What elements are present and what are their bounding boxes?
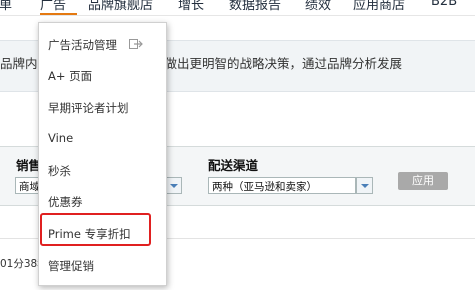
chevron-down-icon[interactable]	[356, 177, 373, 194]
nav-tab-b2b[interactable]: B2B	[431, 0, 457, 9]
nav-tab-growth[interactable]: 增长	[178, 0, 204, 12]
nav-divider	[0, 15, 475, 16]
nav-tab-app-store[interactable]: 应用商店	[353, 0, 405, 12]
delivery-channel-label: 配送渠道	[208, 158, 259, 173]
chevron-down-icon[interactable]	[165, 177, 182, 194]
apply-button[interactable]: 应用	[398, 172, 448, 190]
delivery-channel-select[interactable]: 两种（亚马逊和卖家）	[208, 177, 356, 194]
nav-tab-orders[interactable]: 订单	[0, 0, 12, 12]
nav-tab-performance[interactable]: 绩效	[305, 0, 331, 12]
menu-item-coupons[interactable]: 优惠券	[48, 194, 83, 210]
nav-tab-reports[interactable]: 数据报告	[229, 0, 281, 12]
nav-tab-brand-store[interactable]: 品牌旗舰店	[88, 0, 153, 12]
menu-item-a-plus-page[interactable]: A+ 页面	[48, 68, 92, 84]
banner-text-left: 品牌内	[0, 56, 38, 71]
menu-item-vine[interactable]: Vine	[48, 131, 73, 145]
highlight-annotation	[40, 213, 151, 246]
menu-item-lightning-deals[interactable]: 秒杀	[48, 163, 71, 179]
external-link-icon	[129, 39, 143, 49]
advertising-dropdown-menu: 广告活动管理 A+ 页面 早期评论者计划 Vine 秒杀 优惠券 Prime 专…	[38, 22, 167, 286]
menu-item-manage-promotions[interactable]: 管理促销	[48, 258, 94, 274]
top-navigation: 订单 广告 品牌旗舰店 增长 数据报告 绩效 应用商店 B2B	[0, 0, 475, 12]
nav-tab-advertising[interactable]: 广告	[40, 0, 66, 12]
menu-item-campaign-manager[interactable]: 广告活动管理	[48, 37, 117, 53]
banner-text-right: 以做出更明智的战略决策，通过品牌分析发展	[152, 56, 403, 71]
menu-item-early-reviewer[interactable]: 早期评论者计划	[48, 100, 129, 116]
